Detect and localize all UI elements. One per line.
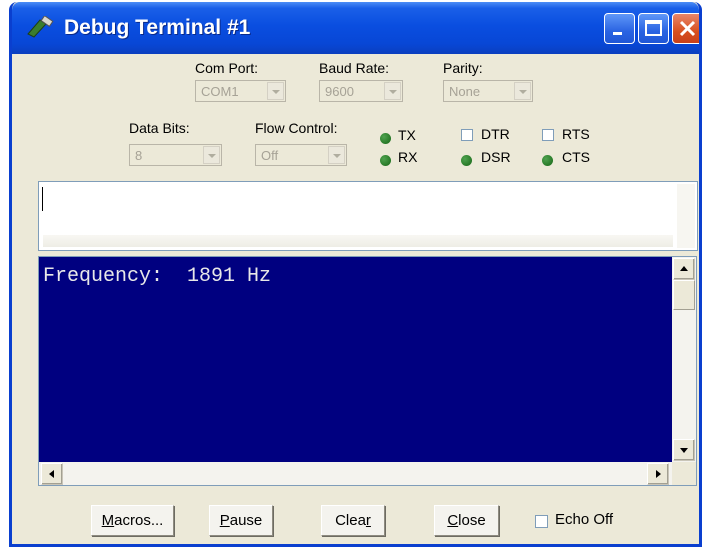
macros-label: acros... (114, 512, 164, 529)
text-caret (42, 187, 43, 211)
maximize-icon (645, 20, 662, 36)
close-window-button[interactable] (672, 13, 699, 44)
debug-terminal-window: Debug Terminal #1 Com Port: COM1 Baud Ra… (9, 2, 702, 547)
close-accesskey: C (447, 512, 459, 529)
parity-label: Parity: (443, 60, 483, 76)
rx-led-icon (380, 155, 391, 166)
com-port-select[interactable]: COM1 (195, 80, 286, 102)
transmit-input[interactable] (38, 181, 698, 251)
dtr-label: DTR (481, 126, 510, 142)
arrow-up-icon (680, 266, 688, 271)
com-port-value: COM1 (201, 84, 239, 99)
app-icon (27, 16, 54, 38)
window-title: Debug Terminal #1 (64, 16, 251, 39)
flow-control-value: Off (261, 148, 279, 163)
arrow-down-icon (680, 448, 688, 453)
baud-rate-value: 9600 (325, 84, 354, 99)
clear-button[interactable]: Clear (321, 505, 385, 536)
data-bits-label: Data Bits: (129, 120, 190, 136)
scroll-down-button[interactable] (673, 439, 695, 461)
baud-rate-select[interactable]: 9600 (319, 80, 403, 102)
output-line: Frequency: 1891 Hz (43, 265, 272, 288)
close-label: lose (458, 512, 486, 529)
clear-label: Clea (335, 512, 366, 529)
close-button[interactable]: Close (434, 505, 499, 536)
parity-value: None (449, 84, 481, 99)
echo-off-checkbox[interactable] (535, 515, 548, 528)
chevron-down-icon (267, 82, 284, 100)
arrow-right-icon (656, 470, 661, 478)
com-port-label: Com Port: (195, 60, 259, 76)
input-vertical-scrollbar[interactable] (677, 184, 695, 248)
chevron-down-icon (384, 82, 401, 100)
output-vertical-scrollbar[interactable] (672, 257, 696, 462)
flow-control-label: Flow Control: (255, 120, 338, 136)
scroll-thumb[interactable] (673, 280, 695, 310)
minimize-icon (613, 32, 622, 35)
title-bar[interactable]: Debug Terminal #1 (12, 2, 699, 54)
pause-button[interactable]: Pause (209, 505, 273, 536)
cts-led-icon (542, 155, 553, 166)
pause-label: ause (229, 512, 263, 529)
chevron-down-icon (328, 146, 345, 164)
echo-off-label: Echo Off (555, 511, 614, 528)
tx-led-icon (380, 133, 391, 144)
parity-select[interactable]: None (443, 80, 533, 102)
minimize-button[interactable] (604, 13, 635, 44)
scroll-right-button[interactable] (647, 463, 669, 485)
chevron-down-icon (514, 82, 531, 100)
receive-output-panel: Frequency: 1891 Hz (38, 256, 697, 486)
flow-control-select[interactable]: Off (255, 144, 347, 166)
clear-accesskey: r (365, 512, 371, 529)
baud-rate-label: Baud Rate: (319, 60, 390, 76)
data-bits-select[interactable]: 8 (129, 144, 222, 166)
close-icon (679, 20, 696, 37)
rts-checkbox[interactable] (542, 129, 554, 141)
cts-label: CTS (562, 149, 590, 165)
scroll-left-button[interactable] (41, 463, 63, 485)
input-horizontal-scrollbar[interactable] (43, 235, 673, 247)
scroll-up-button[interactable] (673, 258, 695, 280)
output-horizontal-scrollbar[interactable] (39, 462, 672, 485)
tx-label: TX (398, 127, 416, 143)
dtr-checkbox[interactable] (461, 129, 473, 141)
dsr-led-icon (461, 155, 472, 166)
dsr-label: DSR (481, 149, 511, 165)
arrow-left-icon (49, 470, 54, 478)
chevron-down-icon (203, 146, 220, 164)
macros-accesskey: M (101, 512, 115, 529)
pause-accesskey: P (219, 512, 230, 529)
data-bits-value: 8 (135, 148, 143, 163)
macros-button[interactable]: Macros... (91, 505, 174, 536)
maximize-button[interactable] (638, 13, 669, 44)
rx-label: RX (398, 149, 418, 165)
receive-output[interactable]: Frequency: 1891 Hz (39, 257, 672, 462)
scrollbar-corner (672, 462, 696, 485)
rts-label: RTS (562, 126, 590, 142)
